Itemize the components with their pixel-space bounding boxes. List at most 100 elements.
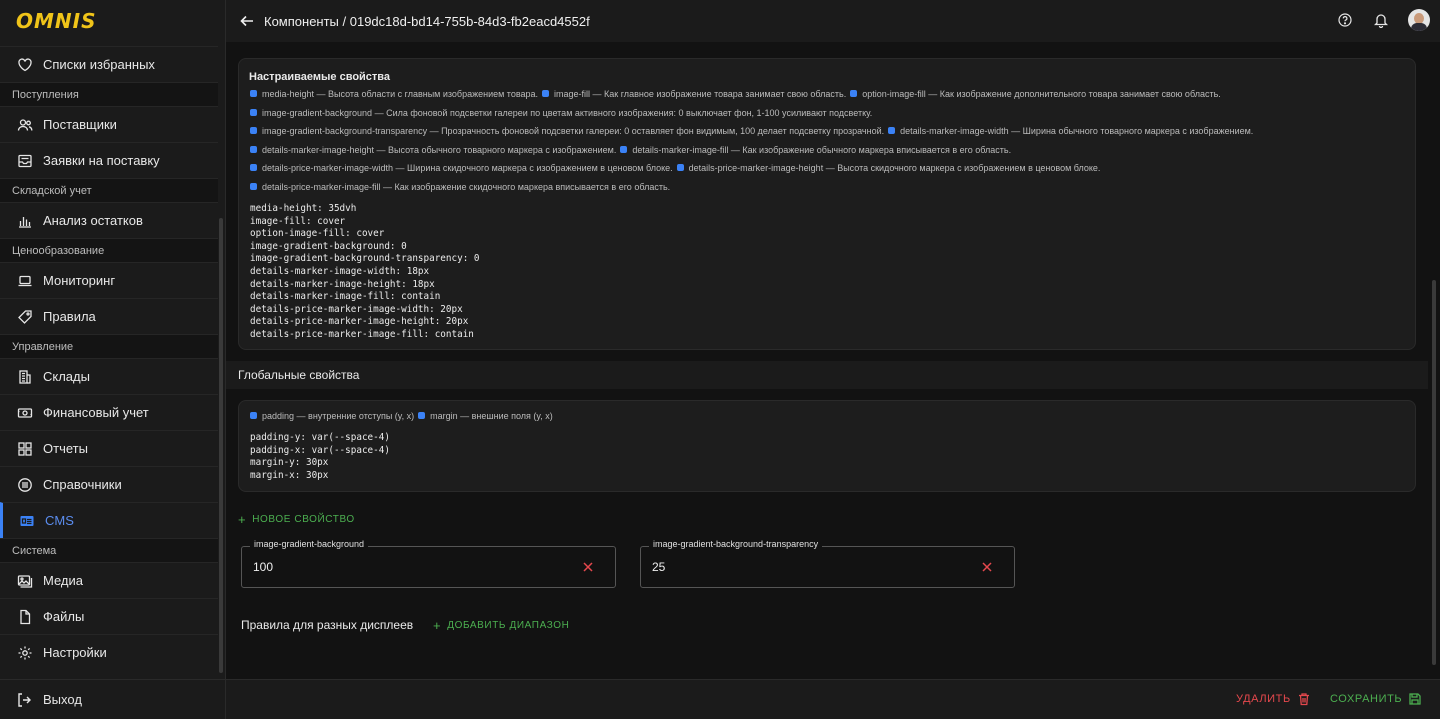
sidebar-item[interactable]: Настройки: [0, 634, 218, 670]
legend-item: option-image-fill — Как изображение допо…: [850, 85, 1221, 104]
avatar[interactable]: [1408, 9, 1430, 31]
sidebar-item-label: Справочники: [43, 477, 122, 492]
legend-item: margin — внешние поля (y, x): [418, 407, 553, 426]
logo-text: OMNIS: [16, 9, 97, 33]
sidebar-item[interactable]: Поставщики: [0, 106, 218, 142]
sidebar-item[interactable]: CMS: [0, 502, 218, 538]
legend-dot: [888, 127, 896, 135]
legend-dot: [676, 164, 684, 172]
sidebar-item[interactable]: Файлы: [0, 598, 218, 634]
main-scrollbar[interactable]: [1432, 280, 1436, 665]
legend-item: padding — внутренние отступы (y, x): [250, 407, 414, 426]
close-icon[interactable]: [980, 560, 994, 574]
sidebar-section-label: Система: [0, 538, 218, 562]
plus-icon: +: [238, 512, 247, 527]
sidebar-item-label: Поставщики: [43, 117, 117, 132]
sidebar-item[interactable]: Склады: [0, 358, 218, 394]
legend-text: media-height — Высота области с главным …: [262, 89, 539, 99]
sidebar-section-label: Ценообразование: [0, 238, 218, 262]
field-label: image-gradient-background: [250, 539, 369, 549]
delete-button[interactable]: УДАЛИТЬ: [1236, 692, 1311, 706]
sidebar-item[interactable]: Заявки на поставку: [0, 142, 218, 178]
bar-chart-icon: [16, 212, 34, 230]
logout-button[interactable]: Выход: [0, 679, 226, 719]
sidebar-item[interactable]: Справочники: [0, 466, 218, 502]
sidebar-item-label: Мониторинг: [43, 273, 116, 288]
legend-text: image-gradient-background-transparency —…: [262, 126, 885, 137]
legend-text: image-gradient-background — Сила фоновой…: [262, 107, 873, 118]
top-bar: Компоненты / 019dc18d-bd14-755b-84d3-fb2…: [226, 0, 1440, 42]
bell-icon[interactable]: [1372, 11, 1390, 29]
sidebar-item-label: Настройки: [43, 645, 107, 660]
delete-label: УДАЛИТЬ: [1236, 693, 1291, 705]
custom-properties-legend: media-height — Высота области с главным …: [250, 85, 1410, 197]
global-properties-card: padding — внутренние отступы (y, x) margi…: [238, 400, 1416, 492]
sidebar-item[interactable]: Мониторинг: [0, 262, 218, 298]
legend-dot: [250, 182, 257, 190]
sidebar-item[interactable]: Медиа: [0, 562, 218, 598]
legend-item: details-price-marker-image-height — Высо…: [676, 159, 1100, 178]
sidebar-scrollbar[interactable]: [219, 218, 223, 673]
field-image-gradient-background-transparency: image-gradient-background-transparency: [640, 539, 1015, 588]
sidebar-item[interactable]: Анализ остатков: [0, 202, 218, 238]
file-icon: [16, 608, 34, 626]
image-icon: [16, 572, 34, 590]
legend-item: details-price-marker-image-width — Ширин…: [250, 159, 673, 178]
global-properties-code[interactable]: padding-y: var(--space-4) padding-x: var…: [250, 432, 390, 482]
display-rules-label: Правила для разных дисплеев: [241, 618, 414, 632]
users-icon: [16, 116, 34, 134]
legend-dot: [850, 90, 858, 97]
sidebar-item[interactable]: Списки избранных: [0, 46, 218, 82]
sidebar-item-label: Отчеты: [43, 441, 88, 456]
legend-dot: [620, 145, 628, 153]
breadcrumb: Компоненты / 019dc18d-bd14-755b-84d3-fb2…: [264, 13, 590, 29]
inbox-icon: [16, 152, 34, 170]
add-range-button[interactable]: + ДОБАВИТЬ ДИАПАЗОН: [433, 618, 569, 633]
sidebar-item-label: Склады: [43, 369, 90, 384]
sidebar-item-label: Медиа: [43, 573, 83, 588]
app: OMNIS Списки избранных Поступления Поставщ…: [0, 0, 1440, 719]
sidebar-item-label: CMS: [45, 513, 74, 528]
heart-icon: [16, 56, 34, 74]
field-label: image-gradient-background-transparency: [649, 539, 823, 549]
sidebar-item[interactable]: Отчеты: [0, 430, 218, 466]
legend-dot: [250, 164, 257, 172]
gear-icon: [16, 644, 34, 662]
floppy-icon: [1409, 693, 1421, 705]
legend-dot: [250, 412, 257, 419]
save-button[interactable]: СОХРАНИТЬ: [1330, 692, 1422, 706]
close-icon[interactable]: [581, 560, 595, 574]
sidebar-section-label: Складской учет: [0, 178, 218, 202]
global-properties-title: Глобальные свойства: [238, 368, 360, 382]
logo[interactable]: OMNIS: [0, 0, 225, 42]
grid-icon: [16, 440, 34, 458]
legend-row: details-price-marker-image-width — Ширин…: [250, 159, 1410, 178]
legend-row: details-marker-image-height — Высота обы…: [250, 141, 1410, 160]
plus-icon: +: [433, 618, 442, 633]
global-properties-legend: padding — внутренние отступы (y, x) margi…: [250, 407, 1410, 426]
header-actions: [1336, 9, 1430, 31]
legend-item: media-height — Высота области с главным …: [250, 85, 538, 104]
sidebar-nav: Списки избранных Поступления Поставщики Зая…: [0, 46, 218, 670]
legend-text: details-marker-image-fill — Как изображе…: [632, 144, 1012, 155]
field-input[interactable]: [652, 560, 952, 574]
legend-dot: [542, 90, 550, 97]
logout-label: Выход: [43, 692, 82, 707]
sidebar-item[interactable]: Правила: [0, 298, 218, 334]
legend-item: details-price-marker-image-fill — Как из…: [250, 178, 670, 197]
custom-properties-code[interactable]: media-height: 35dvh image-fill: cover op…: [250, 203, 480, 342]
logout-icon: [16, 691, 34, 709]
money-icon: [16, 404, 34, 422]
field-input[interactable]: [253, 560, 553, 574]
arrow-left-icon[interactable]: [238, 12, 256, 30]
sidebar-section-label: Управление: [0, 334, 218, 358]
building-icon: [16, 368, 34, 386]
trash-icon: [1298, 693, 1309, 706]
legend-text: margin — внешние поля (y, x): [430, 411, 553, 421]
sidebar-item[interactable]: Финансовый учет: [0, 394, 218, 430]
legend-item: details-marker-image-fill — Как изображе…: [620, 141, 1011, 160]
sidebar-item-label: Списки избранных: [43, 57, 155, 72]
legend-dot: [250, 108, 257, 116]
help-icon[interactable]: [1336, 11, 1354, 29]
new-property-button[interactable]: + НОВОЕ СВОЙСТВО: [238, 512, 355, 527]
